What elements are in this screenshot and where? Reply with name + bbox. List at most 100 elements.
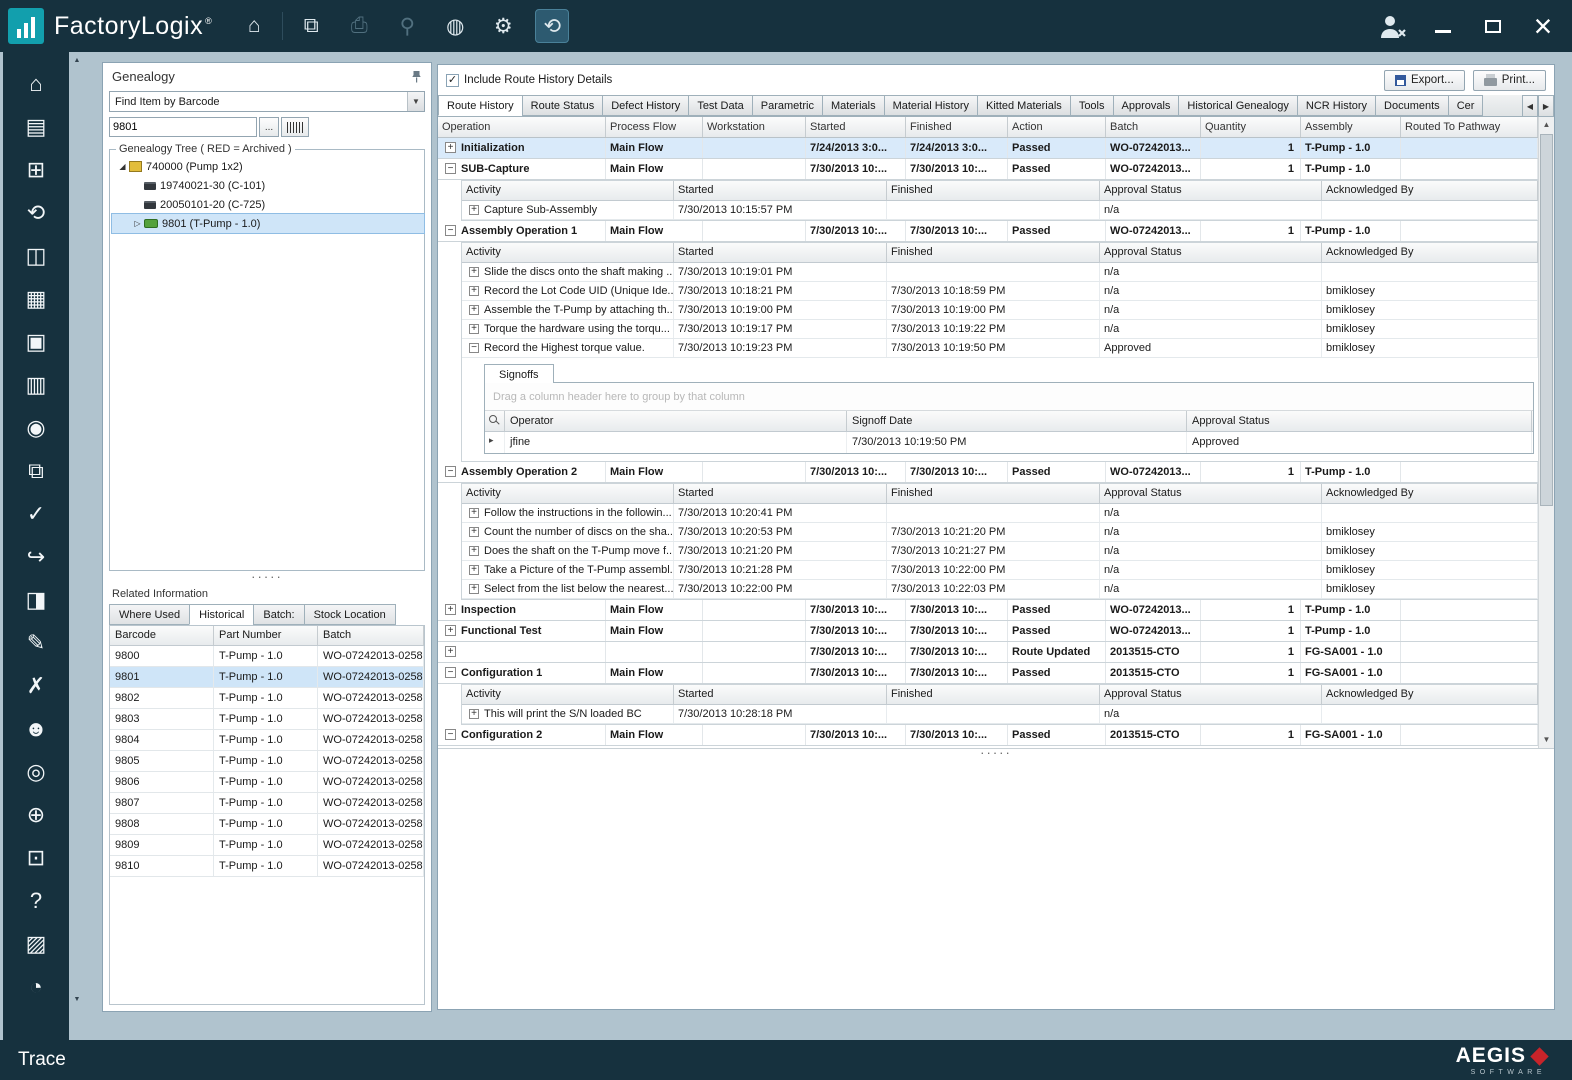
tab-documents[interactable]: Documents [1375, 95, 1449, 116]
expand-toggle[interactable]: − [445, 225, 456, 236]
home-icon[interactable]: ⌂ [3, 62, 69, 105]
activity-row[interactable]: + Does the shaft on the T-Pump move f... 7… [462, 542, 1538, 561]
tree-expander-icon[interactable]: ◢ [116, 162, 129, 171]
operation-row[interactable]: − SUB-Capture Main Flow 7/30/2013 10:... 7/3… [438, 159, 1538, 180]
inspection-icon[interactable]: ◉ [3, 406, 69, 449]
activity-row[interactable]: + Record the Lot Code UID (Unique Ide... 7… [462, 282, 1538, 301]
operation-row[interactable]: +7/30/2013 10:... 7/30/2013 10:... Route U… [438, 642, 1538, 663]
column-header-quantity[interactable]: Quantity [1201, 117, 1301, 137]
signoffs-column-header[interactable]: Operator [505, 411, 847, 431]
tab-kitted-materials[interactable]: Kitted Materials [977, 95, 1071, 116]
tree-expander-icon[interactable]: ▷ [131, 219, 144, 228]
detail-column-header[interactable]: Acknowledged By [1322, 181, 1538, 200]
detail-column-header[interactable]: Activity [462, 484, 674, 503]
tree-item[interactable]: 20050101-20 (C-725) [112, 195, 424, 214]
table-row[interactable]: 9806 T-Pump - 1.0 WO-07242013-0258 [110, 772, 424, 793]
scrollbar-thumb[interactable] [1540, 134, 1553, 506]
browse-button[interactable]: ... [259, 117, 279, 137]
related-tab-historical[interactable]: Historical [189, 604, 255, 625]
operation-row[interactable]: − Assembly Operation 1 Main Flow 7/30/2013 … [438, 221, 1538, 242]
detail-column-header[interactable]: Activity [462, 685, 674, 704]
expand-toggle[interactable]: + [469, 709, 479, 719]
documents-copy-icon[interactable]: ⧉ [3, 449, 69, 492]
expand-toggle[interactable]: + [469, 305, 479, 315]
globe-icon[interactable]: ◍ [431, 14, 479, 39]
tab-material-history[interactable]: Material History [883, 95, 978, 116]
activity-row[interactable]: − Record the Highest torque value. 7/30/20… [462, 339, 1538, 358]
signoffs-row[interactable]: ▸ jfine 7/30/2013 10:19:50 PM Approved [485, 432, 1533, 453]
table-row[interactable]: 9802 T-Pump - 1.0 WO-07242013-0258 [110, 688, 424, 709]
tab-historical-genealogy[interactable]: Historical Genealogy [1178, 95, 1298, 116]
documents-icon[interactable]: ⧉ [287, 14, 335, 38]
activity-row[interactable]: + Slide the discs onto the shaft making .… [462, 263, 1538, 282]
tab-defect-history[interactable]: Defect History [602, 95, 690, 116]
expand-toggle[interactable]: − [445, 163, 456, 174]
detail-column-header[interactable]: Finished [887, 243, 1100, 262]
include-details-checkbox[interactable]: ✓ Include Route History Details [446, 73, 612, 87]
expand-toggle[interactable]: + [445, 604, 456, 615]
tab-scroll-right-icon[interactable]: ▶ [1538, 95, 1554, 116]
table-row[interactable]: 9805 T-Pump - 1.0 WO-07242013-0258 [110, 751, 424, 772]
operation-row[interactable]: − Configuration 2 Main Flow 7/30/2013 10:..… [438, 725, 1538, 746]
detail-column-header[interactable]: Finished [887, 685, 1100, 704]
home-icon[interactable]: ⌂ [230, 14, 278, 38]
signoffs-column-header[interactable]: Approval Status [1187, 411, 1532, 431]
vertical-scrollbar[interactable]: ▲ ▼ [1538, 117, 1554, 748]
measure-cancel-icon[interactable]: ✗ [3, 664, 69, 707]
badge-icon[interactable]: ◨ [3, 578, 69, 621]
related-tab-stock-location[interactable]: Stock Location [303, 604, 396, 625]
warehouse-icon[interactable]: ▣ [3, 320, 69, 363]
operation-row[interactable]: − Configuration 1 Main Flow 7/30/2013 10:..… [438, 663, 1538, 684]
detail-column-header[interactable]: Acknowledged By [1322, 685, 1538, 704]
search-column[interactable] [485, 411, 505, 431]
tab-route-status[interactable]: Route Status [521, 95, 604, 116]
column-header-process-flow[interactable]: Process Flow [606, 117, 703, 137]
expand-toggle[interactable]: + [469, 584, 479, 594]
settings-gear-icon[interactable]: ⚙ [479, 14, 527, 39]
activity-row[interactable]: + Assemble the T-Pump by attaching th... 7… [462, 301, 1538, 320]
operation-row[interactable]: + Inspection Main Flow 7/30/2013 10:... 7/30… [438, 600, 1538, 621]
export-icon[interactable]: ↪ [3, 535, 69, 578]
analytics-icon[interactable]: ◔ [3, 965, 69, 1008]
expand-toggle[interactable]: + [469, 508, 479, 518]
splitter-handle[interactable]: ····· [103, 570, 431, 585]
signoffs-tab[interactable]: Signoffs [484, 364, 554, 383]
active-module-tile[interactable]: ⟲ [535, 9, 570, 43]
scroll-up-icon[interactable]: ▲ [1539, 117, 1554, 133]
detail-column-header[interactable]: Activity [462, 243, 674, 262]
column-header-assembly[interactable]: Assembly [1301, 117, 1401, 137]
expand-toggle[interactable]: + [445, 646, 456, 657]
splitter-handle[interactable]: ····· [438, 746, 1554, 761]
detail-column-header[interactable]: Finished [887, 181, 1100, 200]
operation-row[interactable]: − Assembly Operation 2 Main Flow 7/30/2013 … [438, 462, 1538, 483]
table-row[interactable]: 9809 T-Pump - 1.0 WO-07242013-0258 [110, 835, 424, 856]
monitor-icon[interactable]: ◫ [3, 234, 69, 277]
detail-column-header[interactable]: Acknowledged By [1322, 243, 1538, 262]
search-mode-select[interactable]: Find Item by Barcode ▼ [109, 91, 425, 112]
scroll-down-icon[interactable]: ▼ [1539, 732, 1554, 748]
chevron-down-icon[interactable]: ▼ [407, 92, 424, 111]
operation-row[interactable]: + Functional Test Main Flow 7/30/2013 10:..… [438, 621, 1538, 642]
tree-item[interactable]: 19740021-30 (C-101) [112, 176, 424, 195]
table-row[interactable]: 9804 T-Pump - 1.0 WO-07242013-0258 [110, 730, 424, 751]
documentation-icon[interactable]: ▥ [3, 363, 69, 406]
clipboard-icon[interactable]: ▨ [3, 922, 69, 965]
tab-test-data[interactable]: Test Data [688, 95, 753, 116]
expand-toggle[interactable]: − [445, 729, 456, 740]
tree-item[interactable]: ▷ 9801 (T-Pump - 1.0) [111, 213, 425, 234]
tab-approvals[interactable]: Approvals [1112, 95, 1180, 116]
expand-toggle[interactable]: + [469, 565, 479, 575]
row-expander[interactable]: ▸ [485, 432, 505, 453]
detail-column-header[interactable]: Started [674, 685, 887, 704]
print-button[interactable]: Print... [1472, 69, 1546, 91]
expand-toggle[interactable]: + [469, 527, 479, 537]
expand-toggle[interactable]: + [445, 625, 456, 636]
activity-row[interactable]: + Take a Picture of the T-Pump assembl...… [462, 561, 1538, 580]
expand-toggle[interactable]: − [469, 343, 479, 353]
expand-toggle[interactable]: + [445, 142, 456, 153]
expand-toggle[interactable]: + [469, 286, 479, 296]
data-query-icon[interactable]: ▦ [3, 277, 69, 320]
table-row[interactable]: 9810 T-Pump - 1.0 WO-07242013-0258 [110, 856, 424, 877]
trace-icon[interactable]: ⟲ [3, 191, 69, 234]
related-tab-batch-[interactable]: Batch: [253, 604, 305, 625]
